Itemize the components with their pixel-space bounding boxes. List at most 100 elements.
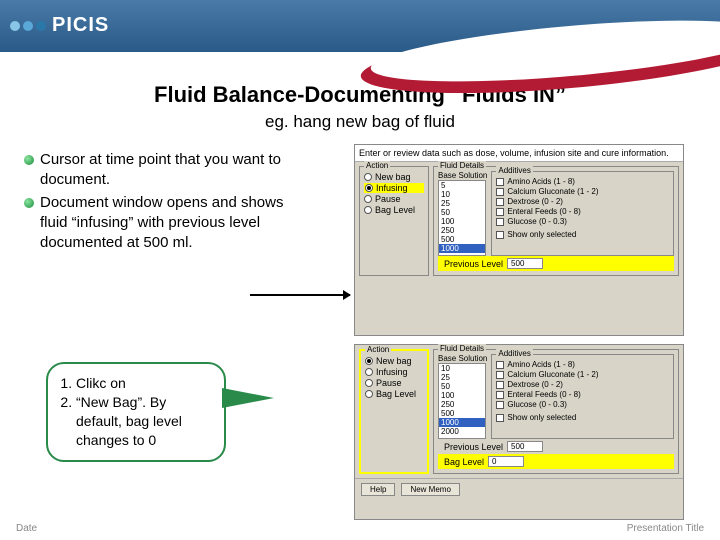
base-solution-block: Base Solution 10 25 50 100 250 500 1000 … xyxy=(438,354,487,439)
dot-icon xyxy=(36,21,46,31)
base-solution-list[interactable]: 10 25 50 100 250 500 1000 2000 xyxy=(438,363,486,439)
radio-label: Bag Level xyxy=(375,205,415,215)
prev-level-value[interactable]: 500 xyxy=(507,258,543,269)
radio-baglevel[interactable]: Bag Level xyxy=(365,389,423,399)
show-only-selected[interactable]: Show only selected xyxy=(496,413,669,422)
button-row: Help New Memo xyxy=(355,478,683,500)
list-item[interactable]: 10 xyxy=(439,190,485,199)
list-item[interactable]: 25 xyxy=(439,373,485,382)
radio-label: Pause xyxy=(375,194,401,204)
chk-label: Dextrose (0 - 2) xyxy=(507,380,563,389)
group-title-fluid: Fluid Details xyxy=(438,161,486,170)
additive-item[interactable]: Dextrose (0 - 2) xyxy=(496,380,669,389)
radio-pause[interactable]: Pause xyxy=(364,194,424,204)
note-item: Document window opens and shows fluid “i… xyxy=(24,193,294,254)
additive-item[interactable]: Amino Acids (1 - 8) xyxy=(496,360,669,369)
prev-level-value[interactable]: 500 xyxy=(507,441,543,452)
list-item[interactable]: 50 xyxy=(439,382,485,391)
group-title-additives: Additives xyxy=(496,349,532,358)
radio-label: New bag xyxy=(375,172,411,182)
base-solution-block: Base Solution 5 10 25 50 100 250 500 100… xyxy=(438,171,487,256)
radio-label: Pause xyxy=(376,378,402,388)
additive-item[interactable]: Enteral Feeds (0 - 8) xyxy=(496,207,669,216)
fluid-details-group: Fluid Details Base Solution 5 10 25 50 1… xyxy=(433,166,679,276)
list-item-selected[interactable]: 1000 xyxy=(439,244,485,253)
list-item[interactable]: 25 xyxy=(439,199,485,208)
additive-item[interactable]: Enteral Feeds (0 - 8) xyxy=(496,390,669,399)
show-only-selected[interactable]: Show only selected xyxy=(496,230,669,239)
list-item[interactable]: 2000 xyxy=(439,427,485,436)
additives-group: Additives Amino Acids (1 - 8) Calcium Gl… xyxy=(491,354,674,439)
list-item[interactable]: 250 xyxy=(439,226,485,235)
note-text: Cursor at time point that you want to do… xyxy=(40,150,294,191)
bullet-icon xyxy=(24,198,34,208)
page-title: Fluid Balance-Documenting “Fluids IN” xyxy=(0,82,720,108)
base-solution-label: Base Solution xyxy=(438,171,487,180)
list-item[interactable]: 100 xyxy=(439,391,485,400)
notes-block: Cursor at time point that you want to do… xyxy=(24,150,294,255)
chk-label: Glucose (0 - 0.3) xyxy=(507,400,567,409)
note-text: Document window opens and shows fluid “i… xyxy=(40,193,294,254)
radio-infusing[interactable]: Infusing xyxy=(364,183,424,193)
chk-label: Calcium Gluconate (1 - 2) xyxy=(507,370,598,379)
chk-label: Amino Acids (1 - 8) xyxy=(507,360,575,369)
dot-icon xyxy=(23,21,33,31)
additive-item[interactable]: Calcium Gluconate (1 - 2) xyxy=(496,370,669,379)
radio-newbag[interactable]: New bag xyxy=(364,172,424,182)
radio-label: Infusing xyxy=(376,367,408,377)
additive-item[interactable]: Glucose (0 - 0.3) xyxy=(496,217,669,226)
help-button[interactable]: Help xyxy=(361,483,395,496)
prev-level-label: Previous Level xyxy=(444,259,503,269)
list-item[interactable]: 50 xyxy=(439,208,485,217)
fluid-details-group: Fluid Details Base Solution 10 25 50 100… xyxy=(433,349,679,474)
additive-item[interactable]: Dextrose (0 - 2) xyxy=(496,197,669,206)
chk-label: Show only selected xyxy=(507,413,576,422)
logo: PICIS xyxy=(10,14,109,37)
action-group: Action New bag Infusing Pause Bag Level xyxy=(359,166,429,276)
list-item[interactable]: 500 xyxy=(439,409,485,418)
radio-label: Infusing xyxy=(376,183,408,193)
brand-name: PICIS xyxy=(52,14,109,37)
dot-icon xyxy=(10,21,20,31)
prev-level-label: Previous Level xyxy=(444,442,503,452)
app-panel-infusing: Enter or review data such as dose, volum… xyxy=(354,144,684,336)
list-item[interactable]: 500 xyxy=(439,235,485,244)
radio-newbag[interactable]: New bag xyxy=(365,356,423,366)
footer: Date Presentation Title xyxy=(0,523,720,534)
panel-instruction: Enter or review data such as dose, volum… xyxy=(355,145,683,162)
additive-item[interactable]: Amino Acids (1 - 8) xyxy=(496,177,669,186)
bag-level-label: Bag Level xyxy=(444,457,484,467)
footer-title: Presentation Title xyxy=(627,523,704,534)
radio-baglevel[interactable]: Bag Level xyxy=(364,205,424,215)
app-panel-newbag: Action New bag Infusing Pause Bag Level … xyxy=(354,344,684,520)
note-item: Cursor at time point that you want to do… xyxy=(24,150,294,191)
callout-box: Clikc on “New Bag”. By default, bag leve… xyxy=(46,362,226,462)
list-item[interactable]: 5 xyxy=(439,181,485,190)
chk-label: Calcium Gluconate (1 - 2) xyxy=(507,187,598,196)
additive-item[interactable]: Calcium Gluconate (1 - 2) xyxy=(496,187,669,196)
list-item-selected[interactable]: 1000 xyxy=(439,418,485,427)
new-memo-button[interactable]: New Memo xyxy=(401,483,459,496)
chk-label: Show only selected xyxy=(507,230,576,239)
base-solution-label: Base Solution xyxy=(438,354,487,363)
logo-dots xyxy=(10,21,46,31)
radio-infusing[interactable]: Infusing xyxy=(365,367,423,377)
action-group: Action New bag Infusing Pause Bag Level xyxy=(359,349,429,474)
base-solution-list[interactable]: 5 10 25 50 100 250 500 1000 xyxy=(438,180,486,256)
list-item[interactable]: 250 xyxy=(439,400,485,409)
chk-label: Dextrose (0 - 2) xyxy=(507,197,563,206)
radio-label: Bag Level xyxy=(376,389,416,399)
group-title-action: Action xyxy=(364,161,390,170)
previous-level-row: Previous Level 500 xyxy=(438,439,674,454)
chk-label: Enteral Feeds (0 - 8) xyxy=(507,207,580,216)
callout-step: “New Bag”. By default, bag level changes… xyxy=(76,393,210,450)
callout-step: Clikc on xyxy=(76,374,210,393)
list-item[interactable]: 100 xyxy=(439,217,485,226)
additive-item[interactable]: Glucose (0 - 0.3) xyxy=(496,400,669,409)
bag-level-value[interactable]: 0 xyxy=(488,456,524,467)
group-title-action: Action xyxy=(365,345,391,354)
radio-pause[interactable]: Pause xyxy=(365,378,423,388)
previous-level-row: Previous Level 500 xyxy=(438,256,674,271)
bag-level-row: Bag Level 0 xyxy=(438,454,674,469)
list-item[interactable]: 10 xyxy=(439,364,485,373)
